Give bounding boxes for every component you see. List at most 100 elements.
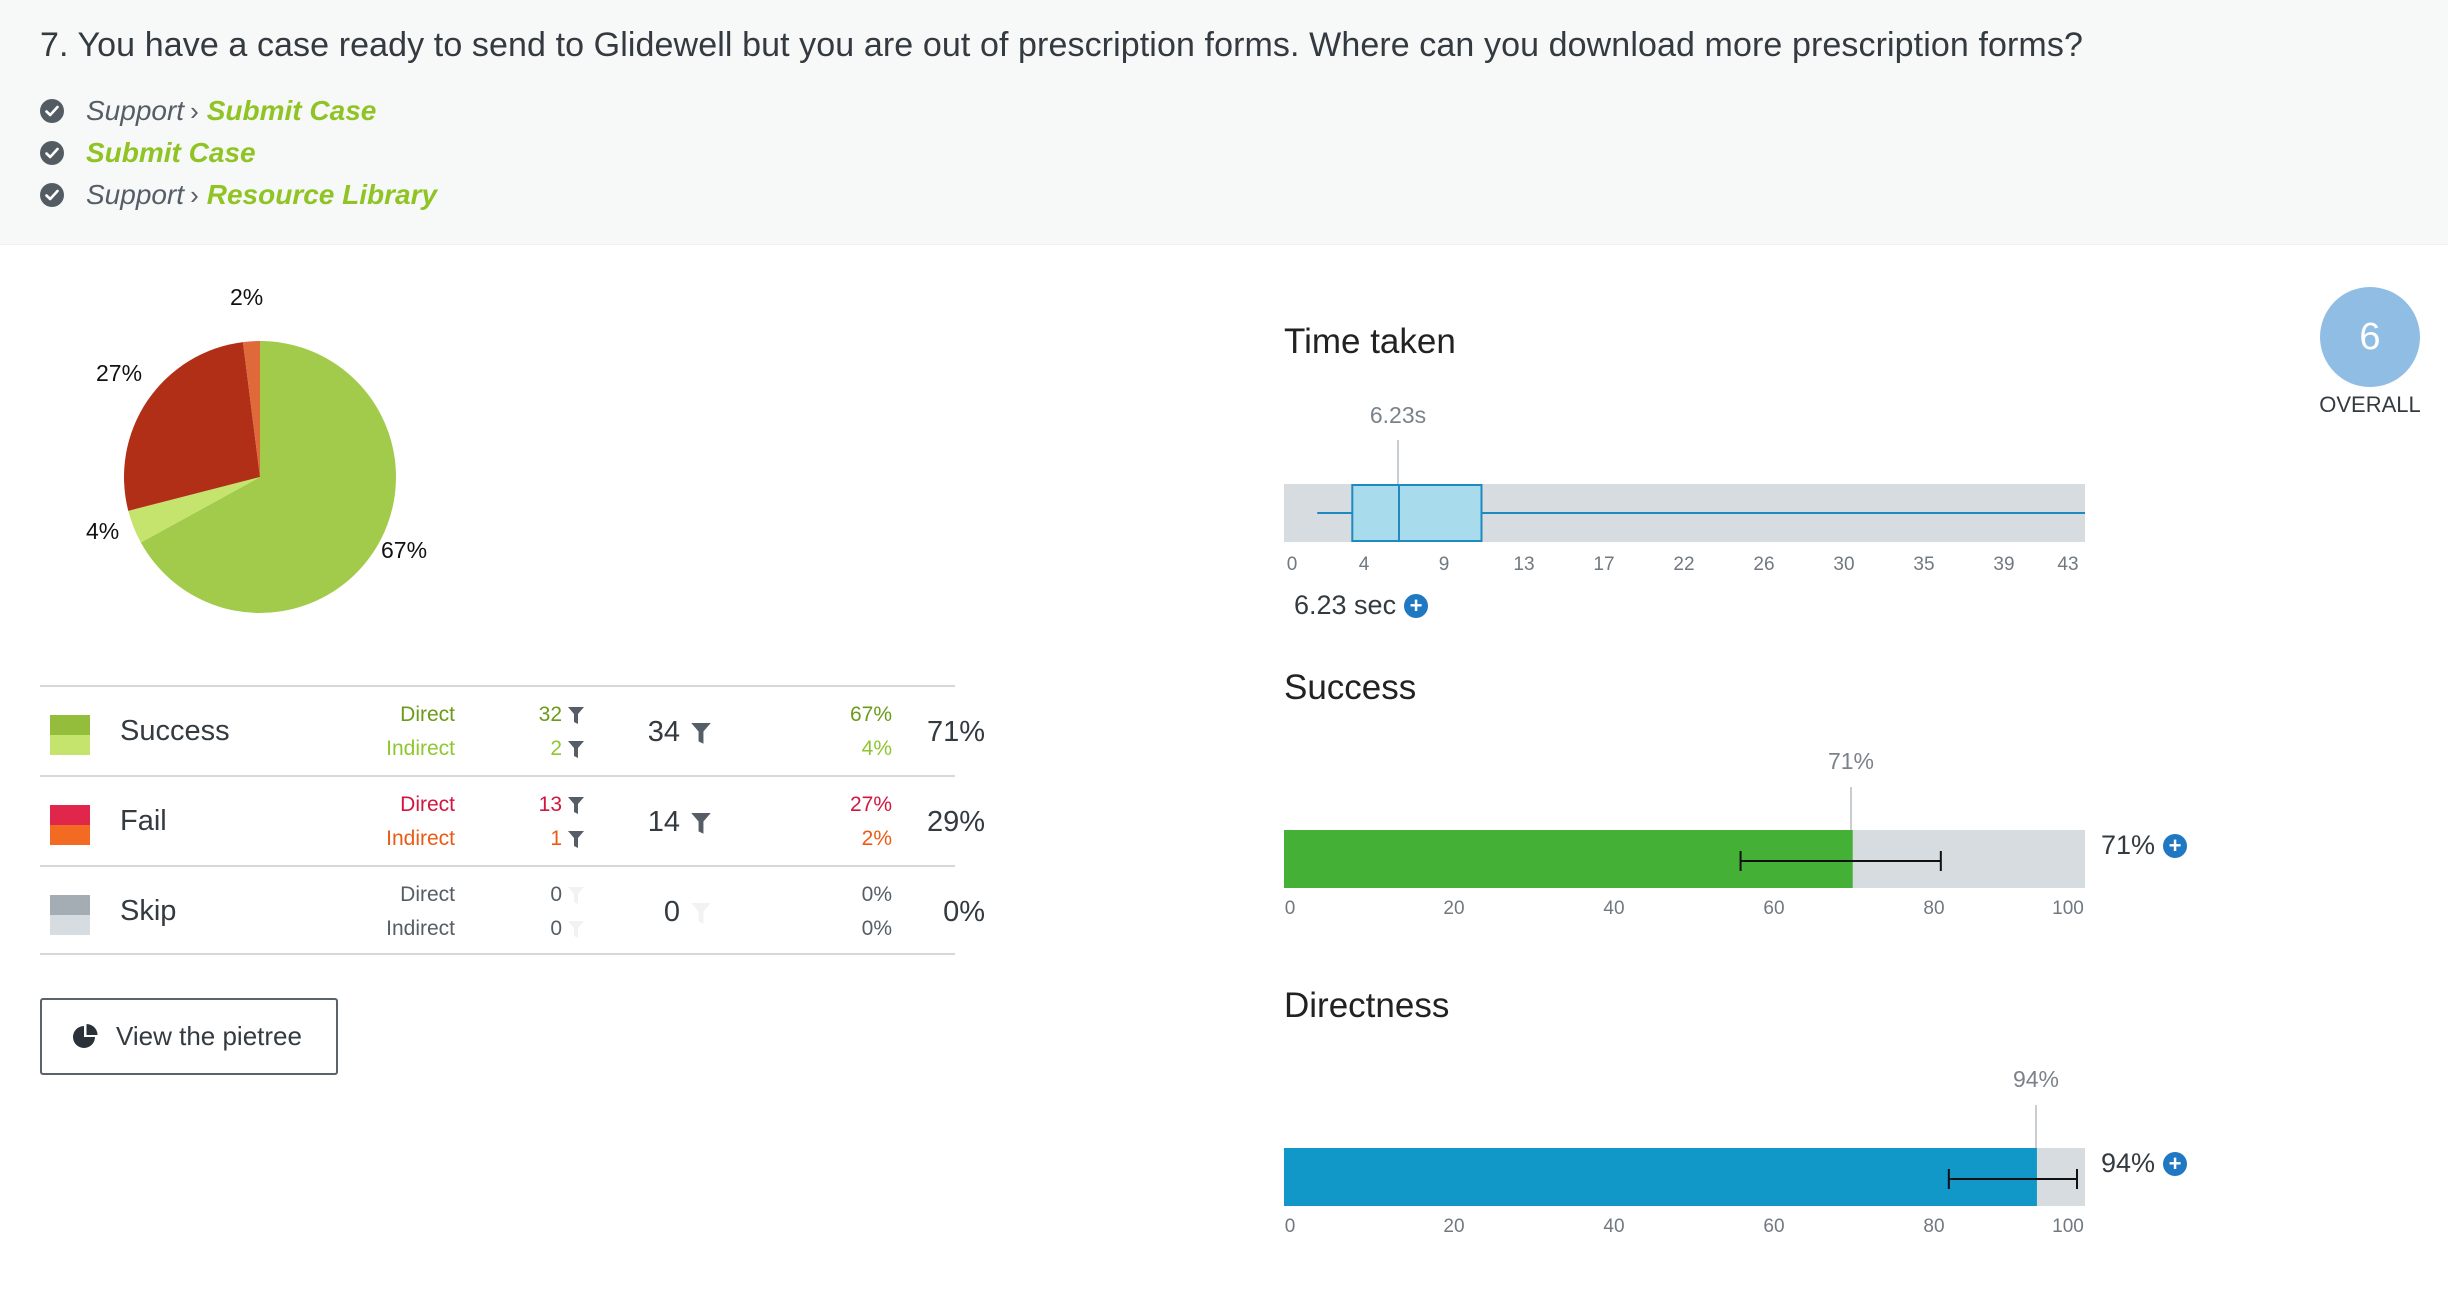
task-header: 7. You have a case ready to send to Glid…	[0, 0, 2448, 245]
row-overall-percent: 29%	[926, 806, 985, 838]
filter-icon[interactable]	[568, 707, 584, 725]
answer-item: Support › Resource Library	[40, 174, 437, 216]
pie-chart-icon	[73, 1023, 98, 1048]
direct-label: Direct	[400, 793, 455, 816]
color-swatch	[50, 715, 90, 755]
filter-icon[interactable]	[568, 797, 584, 815]
success-value-text: 71%	[2101, 830, 2156, 860]
axis-tick: 80	[1923, 898, 1945, 919]
direct-label: Direct	[400, 703, 455, 726]
axis-tick: 9	[1438, 554, 1450, 575]
row-overall-percent: 71%	[926, 716, 985, 748]
view-pietree-label: View the pietree	[116, 1021, 302, 1051]
time-median-label: 6.23s	[1369, 402, 1427, 428]
direct-percent: 67%	[849, 703, 892, 726]
swatch-indirect	[50, 915, 90, 935]
check-circle-icon	[40, 141, 64, 165]
axis-tick: 40	[1603, 898, 1625, 919]
axis-tick: 60	[1763, 898, 1785, 919]
axis-tick: 80	[1923, 1216, 1945, 1237]
row-overall-percent: 0%	[943, 896, 985, 928]
indirect-label: Indirect	[386, 737, 455, 760]
answer-target: Resource Library	[206, 179, 438, 210]
success-value: 71% +	[2101, 830, 2188, 861]
filter-icon[interactable]	[690, 723, 712, 745]
row-total: 0	[663, 896, 680, 928]
filter-icon[interactable]	[568, 741, 584, 759]
row-name: Skip	[120, 895, 177, 927]
axis-tick: 39	[1993, 554, 2015, 575]
check-circle-icon	[40, 99, 64, 123]
pie-label-fail-direct: 27%	[96, 360, 143, 386]
directness-bar-chart	[1284, 1148, 2085, 1206]
direct-label: Direct	[400, 883, 455, 906]
axis-tick: 30	[1833, 554, 1855, 575]
direct-percent: 0%	[861, 883, 892, 906]
axis-tick: 22	[1673, 554, 1695, 575]
swatch-indirect	[50, 735, 90, 755]
time-value-text: 6.23 sec	[1294, 590, 1397, 620]
axis-tick: 17	[1593, 554, 1615, 575]
answer-item: Support › Submit Case	[40, 90, 437, 132]
direct-percent: 27%	[849, 793, 892, 816]
indirect-label: Indirect	[386, 827, 455, 850]
pie-label-fail-indirect: 2%	[230, 284, 264, 310]
pie-label-success-indirect: 4%	[86, 518, 120, 544]
axis-tick: 0	[1284, 1216, 1296, 1237]
time-value: 6.23 sec +	[1294, 590, 1429, 621]
success-marker-label: 71%	[1827, 748, 1875, 774]
overall-score-badge: 6	[2320, 287, 2420, 387]
directness-marker-label: 94%	[2012, 1066, 2060, 1092]
indirect-percent: 4%	[861, 737, 892, 760]
axis-tick: 0	[1284, 898, 1296, 919]
axis-tick: 35	[1913, 554, 1935, 575]
correct-answers-list: Support › Submit Case Submit Case Suppor…	[40, 90, 437, 216]
directness-title: Directness	[1284, 986, 1450, 1025]
axis-tick: 43	[2057, 554, 2079, 575]
row-name: Success	[120, 715, 230, 747]
swatch-direct	[50, 715, 90, 735]
answer-target: Submit Case	[86, 137, 256, 168]
results-pie-chart: 2% 27% 4% 67%	[0, 260, 500, 660]
swatch-direct	[50, 805, 90, 825]
axis-tick: 26	[1753, 554, 1775, 575]
direct-count: 13	[538, 793, 562, 816]
plus-circle-icon[interactable]: +	[2163, 1151, 2188, 1176]
direct-count: 32	[538, 703, 562, 726]
color-swatch	[50, 895, 90, 935]
indirect-percent: 0%	[861, 917, 892, 940]
axis-tick: 100	[2052, 898, 2084, 919]
pie-svg	[123, 341, 397, 613]
filter-icon	[568, 921, 584, 938]
axis-tick: 4	[1358, 554, 1370, 575]
row-total: 14	[647, 806, 680, 838]
indirect-label: Indirect	[386, 917, 455, 940]
time-iqr-box	[1351, 484, 1483, 542]
answer-target: Submit Case	[206, 95, 377, 126]
success-marker	[1850, 787, 1852, 831]
indirect-percent: 2%	[861, 827, 892, 850]
filter-icon	[691, 903, 711, 924]
question-text: 7. You have a case ready to send to Glid…	[40, 26, 2083, 64]
success-title: Success	[1284, 668, 1417, 707]
axis-tick: 20	[1443, 898, 1465, 919]
table-row-success: Success Direct Indirect 32 2 34 67% 4% 7…	[40, 685, 985, 775]
indirect-count: 0	[550, 917, 562, 940]
view-pietree-button[interactable]: View the pietree	[40, 998, 338, 1075]
filter-icon[interactable]	[690, 813, 712, 835]
axis-tick: 20	[1443, 1216, 1465, 1237]
plus-circle-icon[interactable]: +	[1404, 593, 1429, 618]
indirect-count: 1	[550, 827, 562, 850]
results-table: Success Direct Indirect 32 2 34 67% 4% 7…	[40, 685, 985, 955]
time-boxplot	[1284, 484, 2085, 542]
answer-crumb: Support	[86, 179, 185, 210]
check-circle-icon	[40, 183, 64, 207]
table-row-skip: Skip Direct Indirect 0 0 0 0% 0% 0%	[40, 865, 985, 955]
answer-crumb: Support	[86, 95, 185, 126]
chevron-right-icon: ›	[190, 95, 199, 126]
answer-item: Submit Case	[40, 132, 437, 174]
filter-icon[interactable]	[568, 831, 584, 849]
plus-circle-icon[interactable]: +	[2163, 833, 2188, 858]
swatch-direct	[50, 895, 90, 915]
table-row-fail: Fail Direct Indirect 13 1 14 27% 2% 29%	[40, 775, 985, 865]
